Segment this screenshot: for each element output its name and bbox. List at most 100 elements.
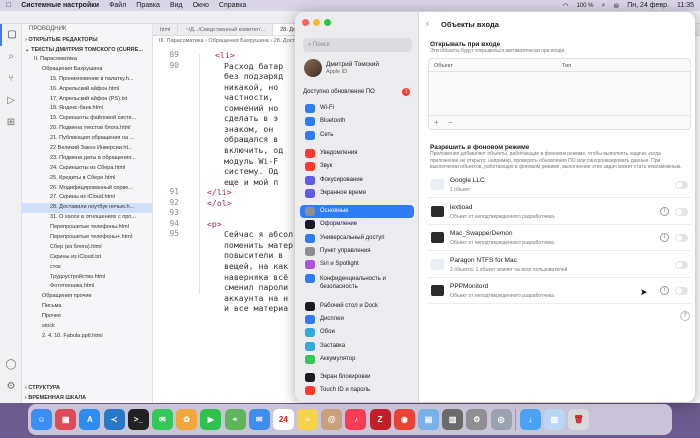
menu-date[interactable]: Пн, 24 февр. (627, 2, 669, 9)
editor-tab[interactable]: html (153, 24, 179, 35)
settings-nav-item[interactable]: Bluetooth (300, 115, 414, 128)
settings-nav-item[interactable]: Обои (300, 326, 414, 339)
wifi-status-icon[interactable]: ◠ (562, 2, 568, 10)
file-tree-item[interactable]: Письма (22, 302, 152, 312)
background-item-toggle[interactable] (675, 207, 688, 216)
code-line[interactable]: аккаунта на н (224, 293, 288, 303)
file-tree-item[interactable]: 21. Публикация обращения на ... (22, 134, 152, 144)
dock-terminal-icon[interactable]: >_ (127, 409, 149, 430)
dock-filezilla-icon[interactable]: Z (369, 409, 391, 430)
file-tree-item[interactable]: 20. Подмена текстов блога.html (22, 124, 152, 134)
settings-nav-item[interactable]: Сеть (300, 129, 414, 142)
code-line[interactable]: </li> (207, 187, 232, 197)
info-icon[interactable]: i (660, 286, 669, 295)
dock-mail-icon[interactable]: ✉ (248, 409, 270, 430)
dock-calendar-icon[interactable]: 24 (272, 409, 294, 430)
file-tree-item[interactable]: II. Парасоматика (22, 55, 152, 65)
settings-nav-item[interactable]: Аккумулятор (300, 353, 414, 366)
column-object[interactable]: Объект (434, 63, 453, 69)
code-line[interactable]: Расход батар (224, 61, 283, 71)
code-line[interactable]: </ol> (207, 198, 232, 208)
settings-nav-item[interactable]: Пункт управления (300, 245, 414, 258)
code-line[interactable]: без подзаряд (224, 71, 283, 81)
menu-edit[interactable]: Правка (136, 2, 160, 9)
file-tree-item[interactable]: 31. О хаосе в отношениях с про... (22, 213, 152, 223)
file-tree-item[interactable]: 22 Великий Закон Инверсии.ht... (22, 144, 152, 154)
code-line[interactable]: еще и мой п (224, 177, 278, 187)
settings-nav-item[interactable]: Универсальный доступ (300, 232, 414, 245)
code-line[interactable]: вещей, на как (224, 261, 288, 271)
timeline-section[interactable]: › ВРЕМЕННАЯ ШКАЛА (22, 393, 152, 403)
dock-launchpad-icon[interactable]: ▦ (55, 409, 77, 430)
project-section[interactable]: ⌄ ТЕКСТЫ ДМИТРИЯ ТОМСКОГО (CURRE... (22, 45, 152, 55)
file-tree-item[interactable]: 16. Апрельский айфон.html (22, 85, 152, 95)
file-tree-item[interactable]: Трудоустройство.html (22, 273, 152, 283)
code-line[interactable]: сделать в э (224, 113, 278, 123)
apple-menu-icon[interactable]:  (6, 2, 11, 9)
file-tree-item[interactable]: Фототехника.html (22, 282, 152, 292)
battery-percent[interactable]: 100 % (576, 3, 593, 9)
dock-app-store-icon[interactable]: A (79, 409, 101, 430)
file-tree-item[interactable]: 2. 4. 10. Fabula.pptl.html (22, 332, 152, 342)
settings-nav-item[interactable]: Основные (300, 205, 414, 219)
settings-nav-item[interactable]: Дисплеи (300, 313, 414, 326)
account-icon[interactable]: ◯ (0, 354, 22, 376)
run-debug-icon[interactable]: ▷ (0, 90, 22, 112)
dock-trash-icon[interactable]: 🗑 (568, 409, 590, 430)
dock-vs-code-icon[interactable]: ≺ (103, 409, 125, 430)
settings-nav-item[interactable]: Заставка (300, 340, 414, 353)
menu-clock[interactable]: 11:35 (677, 2, 694, 9)
apple-id-account[interactable]: Дмитрий Томский Apple ID (303, 58, 413, 80)
settings-nav-item[interactable]: Siri и Spotlight (300, 258, 414, 271)
settings-nav-item[interactable]: Экран блокировки (300, 371, 414, 384)
search-icon[interactable]: ⌕ (0, 46, 22, 68)
file-tree-item[interactable]: 15. Проникновение в палатку.h... (22, 75, 152, 85)
code-line[interactable]: наверняка всё (224, 272, 288, 282)
minimize-button[interactable] (313, 19, 320, 26)
column-type[interactable]: Тип (562, 63, 571, 69)
settings-nav-item[interactable]: Звук (300, 160, 414, 173)
dock-system-settings-icon[interactable]: ⚙ (466, 409, 488, 430)
dock-stickies-icon[interactable]: ▥ (442, 409, 464, 430)
dock-notes-icon[interactable]: ≡ (297, 409, 319, 430)
code-line[interactable]: поменить матер (224, 240, 293, 250)
code-line[interactable]: <p> (207, 219, 222, 229)
dock-chrome-icon[interactable]: ◉ (393, 409, 415, 430)
code-line[interactable]: знаком, он (224, 124, 273, 134)
dock-music-icon[interactable]: ♪ (345, 409, 367, 430)
file-tree-item[interactable]: 23. Подмена даты в обращения... (22, 154, 152, 164)
file-tree-item[interactable]: сток (22, 263, 152, 273)
dock-facetime-icon[interactable]: ▶ (200, 409, 222, 430)
background-item-toggle[interactable] (675, 260, 688, 269)
back-chevron-icon[interactable]: ‹ (426, 18, 429, 28)
file-tree-item[interactable]: 27. Скрины из iCloud.html (22, 193, 152, 203)
settings-nav-item[interactable]: Фокусирование (300, 174, 414, 187)
file-tree-item[interactable]: Сбер (из блога).html (22, 243, 152, 253)
file-tree-item[interactable]: 24. Скриншоты из Сбера.html (22, 164, 152, 174)
dock-messages-icon[interactable]: ✉ (151, 409, 173, 430)
settings-search-input[interactable]: ⌕ Поиск (303, 38, 412, 52)
file-tree-item[interactable]: 19. Скриншоты файловой систе... (22, 114, 152, 124)
file-tree-item[interactable]: 17. Апрельский айфон (PS).txt (22, 95, 152, 105)
dock-preview-icon[interactable]: ▤ (418, 409, 439, 430)
open-editors-section[interactable]: › ОТКРЫТЫЕ РЕДАКТОРЫ (22, 35, 152, 45)
file-tree-item[interactable]: Обращения Бахрушина (22, 65, 152, 75)
code-line[interactable]: обращался в (224, 134, 278, 144)
search-status-icon[interactable]: ⌕ (601, 2, 605, 10)
file-tree-item[interactable]: 18. Яндекс-банк.html (22, 104, 152, 114)
file-tree-item[interactable]: 25. Кредиты в Сбере.html (22, 174, 152, 184)
settings-nav-item[interactable]: Оформление (300, 218, 414, 231)
menu-view[interactable]: Вид (170, 2, 183, 9)
code-line[interactable]: <li> (215, 50, 235, 60)
zoom-button[interactable] (324, 19, 331, 26)
background-item-toggle[interactable] (675, 287, 688, 295)
settings-nav-item[interactable]: Touch ID и пароль (300, 384, 414, 397)
code-line[interactable]: и все материа (224, 303, 288, 313)
settings-nav-item[interactable]: Конфиденциальность и безопасность (300, 272, 414, 294)
dock-photos-icon[interactable]: ✿ (176, 409, 198, 430)
file-tree-item[interactable]: Обращения прочие (22, 292, 152, 302)
login-items-table[interactable]: Объект Тип + − (428, 58, 691, 130)
dock-documents-icon[interactable]: ▧ (543, 409, 565, 430)
outline-section[interactable]: › СТРУКТУРА (22, 383, 152, 393)
file-tree-item[interactable]: stock (22, 322, 152, 332)
